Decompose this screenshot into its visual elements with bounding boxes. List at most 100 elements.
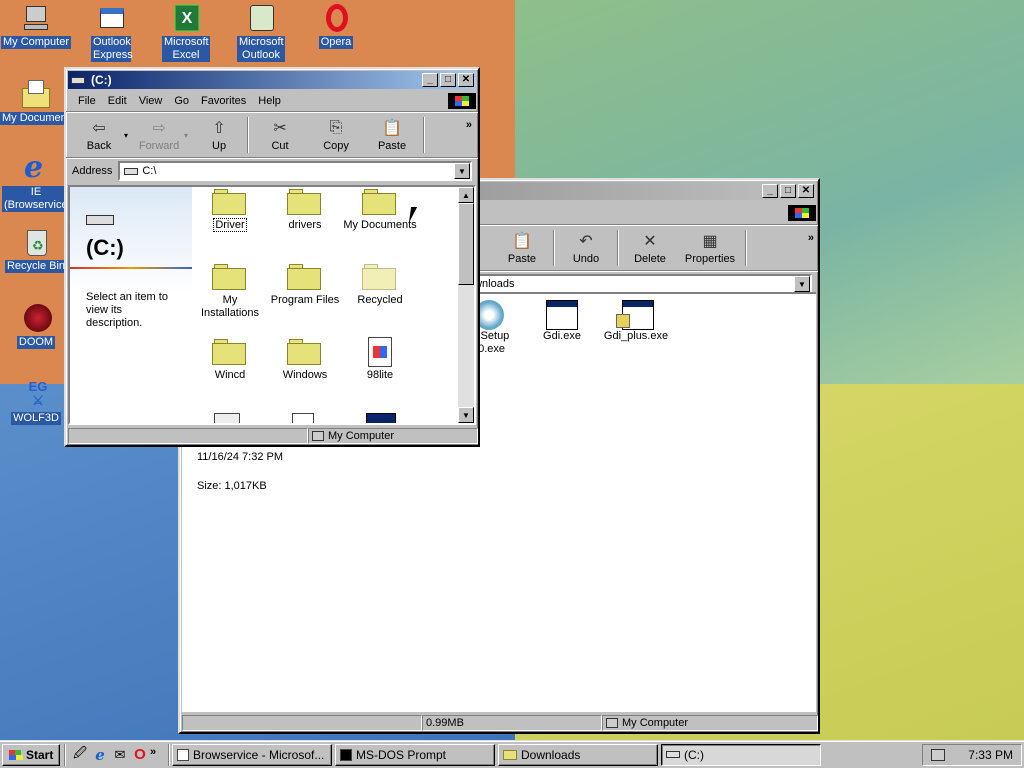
scroll-up-arrow-icon[interactable]: ▲	[458, 187, 474, 203]
c-drive-window[interactable]: (C:) _ □ ✕ File Edit View Go Favorites H…	[64, 67, 480, 447]
menu-file[interactable]: File	[72, 95, 102, 107]
network-tray-icon[interactable]	[931, 748, 945, 761]
paste-button[interactable]: 📋 Paste	[494, 231, 550, 265]
minimize-button[interactable]: _	[762, 184, 778, 198]
desktop-icon-opera[interactable]: Opera	[300, 2, 372, 49]
desktop-icon-doom[interactable]: DOOM	[0, 302, 72, 349]
cut-button[interactable]: ✂ Cut	[252, 118, 308, 152]
excel-icon: X	[170, 2, 202, 34]
quicklaunch-more-chevron-icon[interactable]: »	[150, 746, 166, 758]
drive-small-icon	[71, 76, 85, 84]
outlook-express-icon	[95, 2, 127, 34]
paste-icon: 📋	[382, 120, 402, 137]
menu-help[interactable]: Help	[252, 95, 287, 107]
opera-icon	[320, 2, 352, 34]
windows-logo-icon	[7, 748, 23, 762]
folder-drivers[interactable]: drivers	[265, 189, 345, 232]
folder-icon	[212, 264, 248, 290]
address-input[interactable]: C:\ ▼	[118, 161, 472, 181]
opera-icon[interactable]: O	[130, 746, 150, 763]
file-gdi-plus-exe[interactable]: Gdi_plus.exe	[596, 300, 676, 343]
vertical-scrollbar[interactable]: ▲ ▼	[458, 187, 474, 423]
system-tray: 7:33 PM	[922, 743, 1022, 766]
folder-wincd[interactable]: Wincd	[190, 339, 270, 382]
toolbar-more-chevron-icon[interactable]: »	[808, 232, 814, 244]
start-button[interactable]: Start	[2, 743, 60, 766]
desktop-icon-wolf3d[interactable]: EG ⚔ WOLF3D	[0, 378, 72, 425]
desktop-icon-excel[interactable]: X Microsoft Excel	[150, 2, 222, 62]
msdos-icon	[340, 748, 352, 761]
maximize-button[interactable]: □	[440, 73, 456, 87]
task-browservice[interactable]: Browservice - Microsof...	[172, 743, 332, 766]
folder-icon	[287, 339, 323, 365]
status-zone: My Computer	[308, 428, 478, 444]
up-folder-icon: ⇧	[212, 120, 226, 137]
scroll-down-arrow-icon[interactable]: ▼	[458, 407, 474, 423]
desktop-icon-outlook-express[interactable]: Outlook Express	[75, 2, 147, 62]
desktop-icon-recycle-bin[interactable]: ♻ Recycle Bin	[0, 226, 72, 273]
delete-button[interactable]: ✕ Delete	[622, 231, 678, 265]
folder-my-documents[interactable]: My Documents	[340, 189, 420, 232]
desktop-icon-outlook[interactable]: Microsoft Outlook	[225, 2, 297, 62]
file-98lite[interactable]: 98lite	[340, 337, 420, 382]
menu-view[interactable]: View	[133, 95, 169, 107]
properties-button[interactable]: ▦ Properties	[678, 231, 742, 265]
menu-favorites[interactable]: Favorites	[195, 95, 252, 107]
panel-hint: Select an item to view its description.	[86, 291, 168, 329]
partial-item-icon	[292, 413, 314, 423]
show-desktop-icon[interactable]: 🖉	[70, 744, 90, 766]
c-drive-statusbar: My Computer	[68, 427, 478, 445]
folder-windows[interactable]: Windows	[265, 339, 345, 382]
address-dropdown-icon[interactable]: ▼	[794, 276, 810, 292]
paste-icon: 📋	[512, 233, 532, 250]
drive-small-icon	[124, 167, 139, 175]
scroll-thumb[interactable]	[458, 203, 474, 285]
my-computer-small-icon	[606, 718, 618, 728]
task-ms-dos-prompt[interactable]: MS-DOS Prompt	[335, 743, 495, 766]
file-gdi-exe[interactable]: Gdi.exe	[522, 300, 602, 343]
clock[interactable]: 7:33 PM	[968, 748, 1013, 762]
menu-edit[interactable]: Edit	[102, 95, 133, 107]
desktop-icon-my-documents[interactable]: My Documents	[0, 78, 78, 125]
close-button[interactable]: ✕	[458, 73, 474, 87]
partial-item-icon	[366, 413, 396, 423]
back-dropdown-icon[interactable]: ▾	[124, 131, 128, 140]
c-drive-menubar: File Edit View Go Favorites Help	[66, 91, 478, 111]
desktop-icon-my-computer[interactable]: My Computer	[0, 2, 72, 49]
folder-icon	[212, 189, 248, 215]
ie-small-icon	[177, 748, 189, 761]
toolbar-more-chevron-icon[interactable]: »	[466, 119, 472, 131]
desktop-icon-ie[interactable]: e IE (Browservice)	[0, 152, 72, 212]
copy-icon: ⎘	[329, 119, 343, 136]
close-button[interactable]: ✕	[798, 184, 814, 198]
computer-icon	[20, 2, 52, 34]
maximize-button[interactable]: □	[780, 184, 796, 198]
menu-go[interactable]: Go	[168, 95, 195, 107]
undo-button[interactable]: ↶ Undo	[558, 231, 614, 265]
folder-my-installations[interactable]: My Installations	[190, 264, 270, 320]
folder-recycled[interactable]: Recycled	[340, 264, 420, 307]
task-downloads[interactable]: Downloads	[498, 743, 658, 766]
paste-button[interactable]: 📋 Paste	[364, 118, 420, 152]
address-dropdown-icon[interactable]: ▼	[454, 163, 470, 179]
back-arrow-icon: ⇦	[92, 120, 106, 137]
folder-program-files[interactable]: Program Files	[265, 264, 345, 307]
minimize-button[interactable]: _	[422, 73, 438, 87]
folder-icon	[362, 189, 398, 215]
downloads-statusbar: 0.99MB My Computer	[182, 714, 818, 732]
hidden-folder-icon	[362, 264, 398, 290]
up-button[interactable]: ⇧ Up	[194, 118, 244, 152]
partial-item-icon	[214, 413, 240, 423]
c-drive-titlebar[interactable]: (C:) _ □ ✕	[68, 71, 476, 89]
document-icon	[368, 337, 392, 367]
folder-driver[interactable]: Driver	[190, 189, 270, 232]
copy-button[interactable]: ⎘ Copy	[308, 118, 364, 152]
folder-icon	[212, 339, 248, 365]
downloads-address-input[interactable]: ownloads ▼	[464, 274, 812, 294]
windows-logo-icon	[448, 93, 476, 109]
internet-explorer-icon[interactable]: e	[90, 746, 110, 764]
task-c-drive[interactable]: (C:)	[661, 743, 821, 766]
outlook-express-icon[interactable]: ✉	[110, 747, 130, 763]
back-button[interactable]: ⇦ Back	[74, 118, 124, 152]
forward-arrow-icon: ⇨	[152, 120, 166, 137]
